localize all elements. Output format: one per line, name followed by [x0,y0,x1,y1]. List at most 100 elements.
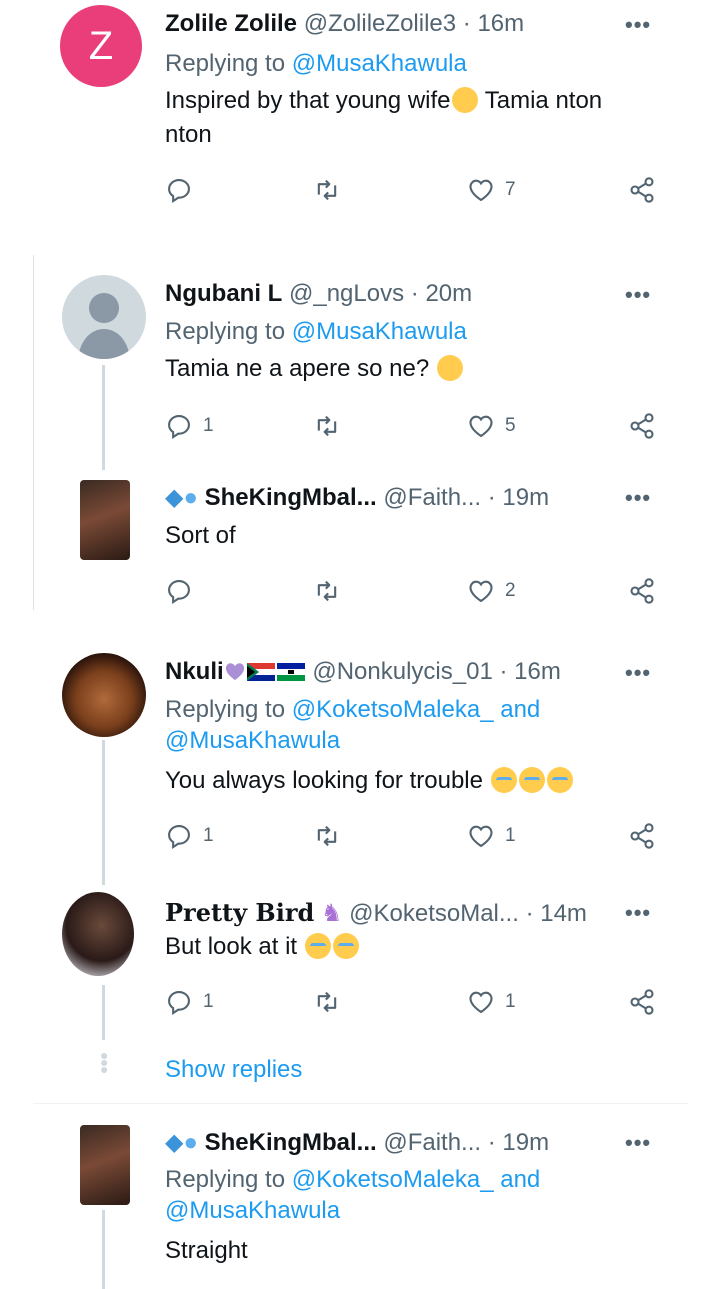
timestamp[interactable]: · 20m [411,280,472,307]
mention-link[interactable]: @KoketsoMaleka_ and [292,696,541,723]
tweet-text: Inspired by that young wife Tamia nton n… [165,84,665,152]
more-icon[interactable]: ••• [625,900,651,926]
user-handle[interactable]: @Nonkulycis_01 [312,658,492,685]
crying-emoji-icon [490,767,517,793]
tweet-zolile[interactable]: Z Zolile Zolile @ZolileZolile3 · 16m •••… [0,0,720,240]
display-name[interactable]: SheKingMbal... [205,484,377,511]
retweet-button[interactable] [313,822,341,850]
user-handle[interactable]: @Faith... [383,484,481,511]
tweet-text-part: Tamia nton [478,87,603,114]
user-handle[interactable]: @ZolileZolile3 [304,10,456,37]
reply-button[interactable]: 1 [165,988,214,1016]
like-button[interactable]: 1 [467,988,516,1016]
reply-button[interactable]: 1 [165,822,214,850]
timestamp[interactable]: · 14m [526,900,587,927]
retweet-icon [313,176,341,204]
like-button[interactable]: 2 [467,577,516,605]
share-button[interactable] [628,176,656,204]
retweet-button[interactable] [313,577,341,605]
tweet-nkuli[interactable]: Nkuli @Nonkulycis_01 · 16m ••• Replying … [0,648,720,868]
tweet-text: You always looking for trouble [165,764,665,798]
more-icon[interactable]: ••• [625,12,651,38]
timestamp[interactable]: · 16m [463,10,524,37]
avatar[interactable] [62,275,146,359]
south-africa-flag-icon [246,663,275,681]
reply-button[interactable] [165,577,193,605]
display-name[interactable]: Nkuli [165,658,224,685]
more-icon[interactable]: ••• [625,1130,651,1156]
tweet-text-part: nton [165,121,212,148]
retweet-icon [313,577,341,605]
pleading-emoji-icon [451,87,478,113]
like-button[interactable]: 1 [467,822,516,850]
retweet-button[interactable] [313,988,341,1016]
retweet-icon [313,822,341,850]
share-button[interactable] [628,822,656,850]
mention-link[interactable]: @MusaKhawula [165,727,340,754]
tweet-shekingmbal-2[interactable]: ◆● SheKingMbal... @Faith... · 19m ••• Re… [0,1122,720,1282]
retweet-icon [313,988,341,1016]
share-icon [628,988,656,1016]
mention-link[interactable]: @KoketsoMaleka_ and [292,1166,541,1193]
share-button[interactable] [628,412,656,440]
tweet-ngubani[interactable]: Ngubani L @_ngLovs · 20m ••• Replying to… [0,270,720,460]
more-icon[interactable]: ••• [625,660,651,686]
like-icon [467,577,495,605]
crying-emoji-icon [546,767,573,793]
display-name[interactable]: Pretty Bird [165,898,314,927]
tweet-pretty-bird[interactable]: Pretty Bird ♞ @KoketsoMal... · 14m ••• B… [0,890,720,1040]
more-icon[interactable]: ••• [625,282,651,308]
avatar[interactable] [80,480,130,560]
avatar[interactable] [62,892,134,976]
replying-to: Replying to @MusaKhawula [165,318,467,346]
share-icon [628,412,656,440]
divider [33,1103,688,1104]
user-handle[interactable]: @_ngLovs [289,280,404,307]
share-icon [628,577,656,605]
like-button[interactable]: 7 [467,176,516,204]
lesotho-flag-icon [276,663,305,681]
mention-link[interactable]: @MusaKhawula [292,50,467,77]
more-icon[interactable]: ••• [625,485,651,511]
timestamp[interactable]: · 16m [499,658,560,685]
reply-button[interactable]: 1 [165,412,214,440]
display-name[interactable]: Ngubani L [165,280,282,307]
share-icon [628,822,656,850]
avatar[interactable]: Z [60,5,142,87]
replying-label: Replying to [165,318,286,345]
replying-label: Replying to [165,50,286,77]
like-count: 1 [505,825,516,846]
timestamp[interactable]: · 19m [488,484,549,511]
replying-label: Replying to [165,1166,286,1193]
diamond-icon: ◆ [165,484,184,511]
replying-to: Replying to @KoketsoMaleka_ and @MusaKha… [165,696,540,758]
tweet-actions: 1 5 [165,412,665,442]
share-button[interactable] [628,577,656,605]
share-button[interactable] [628,988,656,1016]
timestamp[interactable]: · 19m [488,1129,549,1156]
tweet-text-part: Tamia ne a apere so ne? [165,355,430,382]
show-replies-link[interactable]: Show replies [165,1056,302,1084]
tweet-shekingmbal[interactable]: ◆● SheKingMbal... @Faith... · 19m ••• So… [0,475,720,615]
user-handle[interactable]: @KoketsoMal... [349,900,519,927]
mention-link[interactable]: @MusaKhawula [165,1197,340,1224]
crying-emoji-icon [518,767,545,793]
thread-ellipsis: ● ● ● [100,1047,109,1077]
replying-to: Replying to @KoketsoMaleka_ and @MusaKha… [165,1166,540,1228]
retweet-button[interactable] [313,176,341,204]
display-name[interactable]: SheKingMbal... [205,1129,377,1156]
avatar[interactable] [80,1125,130,1205]
avatar[interactable] [62,653,146,737]
like-count: 5 [505,415,516,436]
mention-link[interactable]: @MusaKhawula [292,318,467,345]
user-handle[interactable]: @Faith... [383,1129,481,1156]
reply-count: 1 [203,415,214,436]
like-button[interactable]: 5 [467,412,516,440]
display-name[interactable]: Zolile Zolile [165,10,297,37]
tweet-header: ◆● SheKingMbal... @Faith... · 19m [165,483,549,512]
tweet-text-part: You always looking for trouble [165,767,483,794]
tweet-text-part: But look at it [165,933,298,960]
retweet-button[interactable] [313,412,341,440]
tweet-text: Straight [165,1237,248,1264]
reply-button[interactable] [165,176,193,204]
